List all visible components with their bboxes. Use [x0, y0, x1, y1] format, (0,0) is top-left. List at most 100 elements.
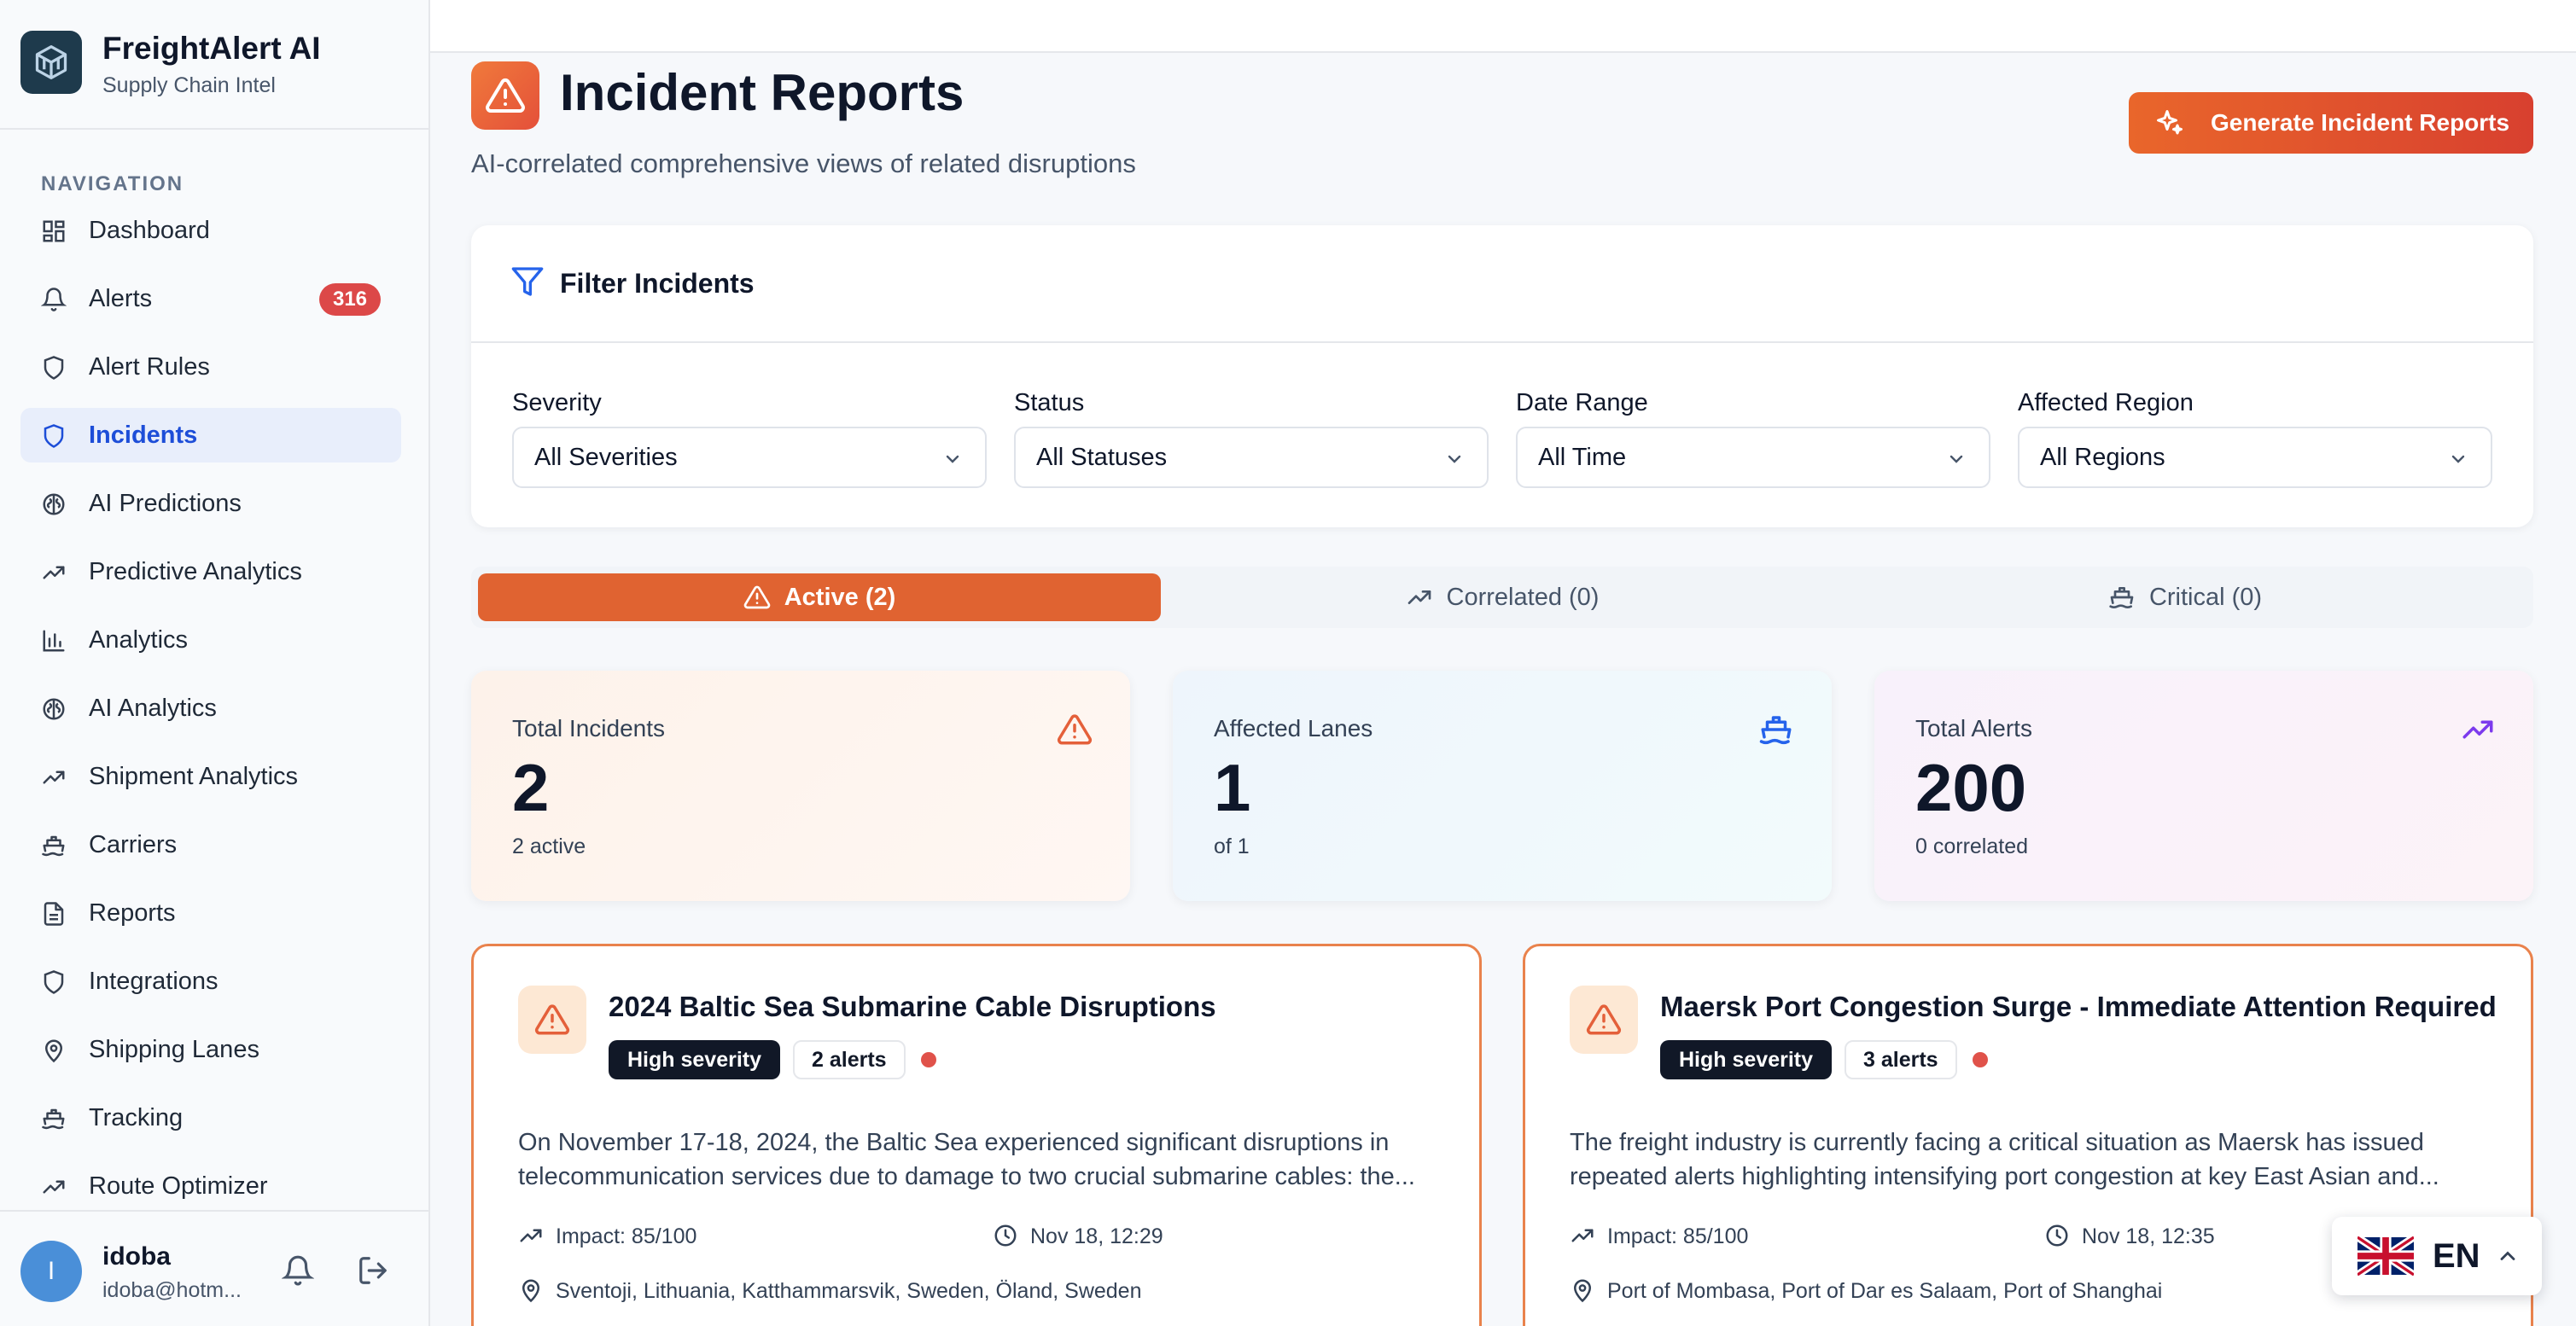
sidebar-item-route-optimizer[interactable]: Route Optimizer [20, 1159, 401, 1213]
sidebar-item-shipping-lanes[interactable]: Shipping Lanes [20, 1022, 401, 1077]
tab-critical[interactable]: Critical (0) [1844, 573, 2526, 621]
incident-icon [1570, 986, 1638, 1054]
ship-icon [41, 833, 67, 858]
alerts-count-badge: 2 alerts [793, 1040, 906, 1079]
trending-up-icon [1406, 584, 1433, 611]
sidebar-item-shipment-analytics[interactable]: Shipment Analytics [20, 749, 401, 804]
sidebar-item-label: Integrations [89, 968, 219, 996]
incident-title[interactable]: Maersk Port Congestion Surge - Immediate… [1660, 991, 2497, 1023]
sidebar-item-label: Incidents [89, 422, 197, 450]
incident-locations: Port of Mombasa, Port of Dar es Salaam, … [1607, 1279, 2162, 1304]
alerts-count-badge: 316 [319, 283, 381, 316]
map-pin-icon [1570, 1277, 1595, 1303]
page-subtitle: AI-correlated comprehensive views of rel… [471, 148, 1136, 179]
language-switcher[interactable]: EN [2332, 1217, 2542, 1295]
generate-incident-reports-button[interactable]: Generate Incident Reports [2129, 92, 2533, 154]
incident-date: Nov 18, 12:29 [1030, 1224, 1163, 1249]
map-pin-icon [518, 1277, 544, 1303]
chevron-down-icon [1946, 449, 1967, 469]
incident-impact: Impact: 85/100 [1607, 1224, 1748, 1249]
incident-description: The freight industry is currently facing… [1570, 1125, 2500, 1194]
bar-chart-icon [41, 628, 67, 654]
alert-triangle-icon [485, 75, 526, 116]
incident-icon [518, 986, 586, 1054]
incident-date: Nov 18, 12:35 [2082, 1224, 2215, 1249]
trending-up-icon [2460, 712, 2496, 747]
brand-title: FreightAlert AI [102, 31, 321, 67]
ship-icon [1758, 712, 1794, 747]
user-email: idoba@hotm... [102, 1278, 242, 1303]
ship-icon [41, 1106, 67, 1131]
tab-label: Active (2) [784, 584, 896, 612]
incident-impact: Impact: 85/100 [556, 1224, 696, 1249]
brand-logo[interactable] [20, 31, 82, 94]
alert-triangle-icon [534, 1002, 570, 1038]
user-name: idoba [102, 1242, 171, 1271]
stat-card-affected-lanes: Affected Lanes 1 of 1 [1173, 671, 1832, 901]
sidebar-item-tracking[interactable]: Tracking [20, 1090, 401, 1145]
sidebar-item-analytics[interactable]: Analytics [20, 613, 401, 667]
sidebar-item-label: Shipment Analytics [89, 763, 298, 791]
incident-description: On November 17-18, 2024, the Baltic Sea … [518, 1125, 1448, 1194]
filter-card: Filter Incidents Severity All Severities… [471, 225, 2533, 527]
filter-header: Filter Incidents [471, 225, 2533, 343]
alerts-count-badge: 3 alerts [1845, 1040, 1957, 1079]
severity-badge: High severity [609, 1040, 780, 1079]
avatar[interactable]: I [20, 1241, 82, 1302]
field-label: Date Range [1516, 389, 1990, 422]
sidebar-item-carriers[interactable]: Carriers [20, 817, 401, 872]
select-value: All Statuses [1036, 444, 1167, 472]
notifications-bell-icon[interactable] [282, 1254, 314, 1287]
status-field: Status All Statuses [1014, 389, 1489, 488]
stat-value: 200 [1915, 749, 2026, 827]
sidebar-item-integrations[interactable]: Integrations [20, 954, 401, 1009]
cube-logo-icon [32, 44, 70, 81]
sidebar-item-label: Alert Rules [89, 353, 210, 381]
sidebar-item-label: Reports [89, 899, 176, 928]
affected-region-select[interactable]: All Regions [2018, 427, 2492, 488]
filter-icon [510, 265, 545, 299]
sidebar-item-label: Dashboard [89, 217, 210, 245]
select-value: All Severities [534, 444, 678, 472]
tab-label: Correlated (0) [1447, 584, 1600, 612]
stat-label: Total Incidents [512, 715, 665, 742]
stat-card-total-alerts: Total Alerts 200 0 correlated [1874, 671, 2533, 901]
sidebar-item-alerts[interactable]: Alerts 316 [20, 271, 401, 326]
trending-up-icon [518, 1223, 544, 1248]
status-select[interactable]: All Statuses [1014, 427, 1489, 488]
sidebar-item-label: Analytics [89, 626, 188, 654]
severity-select[interactable]: All Severities [512, 427, 987, 488]
field-label: Severity [512, 389, 987, 422]
tab-active[interactable]: Active (2) [478, 573, 1161, 621]
sidebar-item-ai-predictions[interactable]: AI Predictions [20, 476, 401, 531]
alert-triangle-icon [1057, 712, 1093, 747]
chevron-up-icon [2496, 1244, 2520, 1268]
logout-icon[interactable] [357, 1254, 389, 1287]
incident-card[interactable]: 2024 Baltic Sea Submarine Cable Disrupti… [471, 944, 1482, 1326]
chevron-down-icon [1444, 449, 1465, 469]
chevron-down-icon [2448, 449, 2468, 469]
sidebar-item-alert-rules[interactable]: Alert Rules [20, 340, 401, 394]
shield-icon [41, 355, 67, 381]
page-header-icon [471, 61, 539, 130]
sidebar-item-predictive-analytics[interactable]: Predictive Analytics [20, 544, 401, 599]
incident-title[interactable]: 2024 Baltic Sea Submarine Cable Disrupti… [609, 991, 1216, 1023]
sidebar-item-dashboard[interactable]: Dashboard [20, 203, 401, 258]
alert-triangle-icon [1586, 1002, 1622, 1038]
stat-subtext: 2 active [512, 835, 586, 859]
bell-icon [41, 287, 67, 312]
incident-tabs: Active (2) Correlated (0) Critical (0) [471, 567, 2533, 628]
sidebar-item-incidents[interactable]: Incidents [20, 408, 401, 462]
stat-label: Total Alerts [1915, 715, 2032, 742]
tab-label: Critical (0) [2149, 584, 2262, 612]
sidebar-item-reports[interactable]: Reports [20, 886, 401, 940]
sparkles-icon [2154, 108, 2185, 138]
tab-correlated[interactable]: Correlated (0) [1161, 573, 1844, 621]
trending-up-icon [41, 765, 67, 790]
shield-icon [41, 423, 67, 449]
incident-locations: Sventoji, Lithuania, Katthammarsvik, Swe… [556, 1279, 1142, 1304]
sidebar-nav: Dashboard Alerts 316 Alert Rules Inciden… [20, 203, 401, 1227]
shield-icon [41, 969, 67, 995]
sidebar-item-ai-analytics[interactable]: AI Analytics [20, 681, 401, 736]
date-range-select[interactable]: All Time [1516, 427, 1990, 488]
